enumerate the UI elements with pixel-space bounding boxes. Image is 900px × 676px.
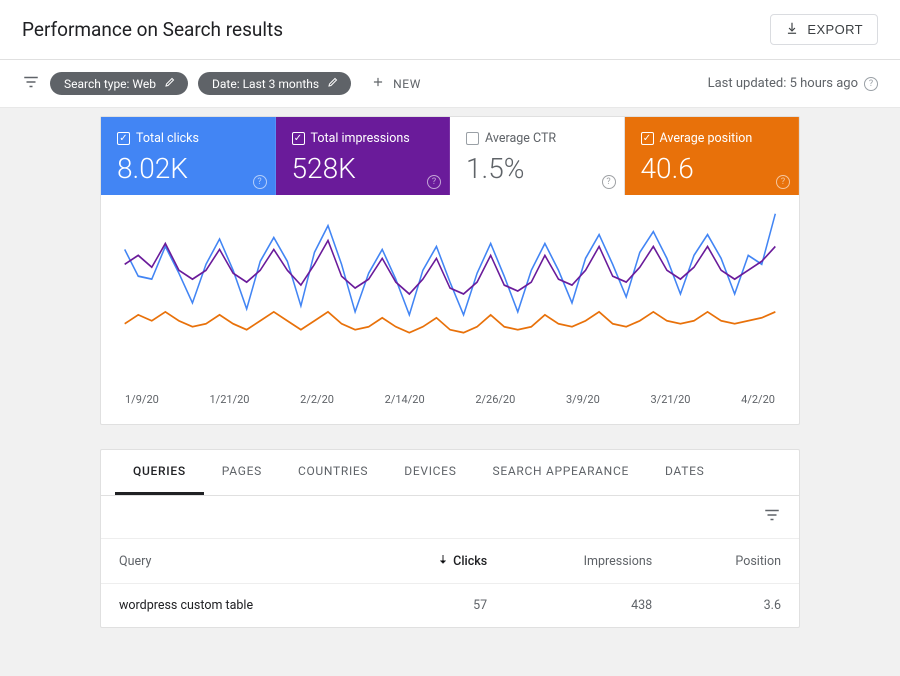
x-tick: 3/21/20: [650, 393, 690, 406]
tab-queries[interactable]: QUERIES: [115, 450, 204, 495]
x-tick: 2/2/20: [300, 393, 334, 406]
pencil-icon: [164, 76, 176, 91]
help-icon[interactable]: ?: [253, 175, 267, 189]
page-title: Performance on Search results: [22, 18, 283, 41]
metric-blue[interactable]: ✓Total clicks 8.02K ?: [101, 117, 276, 195]
chip-date-label: Date: Last 3 months: [212, 77, 319, 91]
tab-countries[interactable]: COUNTRIES: [280, 450, 386, 495]
chip-date[interactable]: Date: Last 3 months: [198, 72, 351, 95]
chart-x-axis: 1/9/20 1/21/20 2/2/20 2/14/20 2/26/20 3/9/20 3…: [119, 387, 781, 406]
x-tick: 3/9/20: [566, 393, 600, 406]
tab-dates[interactable]: DATES: [647, 450, 722, 495]
tab-search-appearance[interactable]: SEARCH APPEARANCE: [475, 450, 647, 495]
table-row[interactable]: wordpress custom table 57 438 3.6: [101, 584, 799, 628]
col-clicks[interactable]: Clicks: [369, 539, 505, 584]
x-tick: 1/9/20: [125, 393, 159, 406]
metric-orange[interactable]: ✓Average position 40.6 ?: [625, 117, 800, 195]
sort-desc-icon: [437, 553, 449, 569]
new-filter-button[interactable]: NEW: [371, 75, 421, 92]
export-button[interactable]: EXPORT: [770, 14, 878, 45]
metric-purple[interactable]: ✓Total impressions 528K ?: [276, 117, 451, 195]
table-filter-icon[interactable]: [763, 506, 781, 528]
help-icon[interactable]: ?: [776, 175, 790, 189]
help-icon[interactable]: ?: [602, 175, 616, 189]
chip-search-type[interactable]: Search type: Web: [50, 72, 188, 95]
export-label: EXPORT: [807, 22, 863, 37]
col-impressions[interactable]: Impressions: [505, 539, 670, 584]
queries-table: Query Clicks Impressions Position wordpr…: [101, 538, 799, 627]
x-tick: 2/14/20: [385, 393, 425, 406]
tab-pages[interactable]: PAGES: [204, 450, 280, 495]
help-icon[interactable]: ?: [427, 175, 441, 189]
download-icon: [785, 21, 799, 38]
performance-chart: [119, 207, 781, 387]
x-tick: 2/26/20: [475, 393, 515, 406]
performance-card: ✓Total clicks 8.02K ? ✓Total impressions…: [100, 116, 800, 425]
filter-icon[interactable]: [22, 73, 40, 95]
x-tick: 1/21/20: [209, 393, 249, 406]
pencil-icon: [327, 76, 339, 91]
last-updated: Last updated: 5 hours ago ?: [708, 76, 878, 91]
col-query[interactable]: Query: [101, 539, 369, 584]
x-tick: 4/2/20: [741, 393, 775, 406]
new-label: NEW: [393, 77, 421, 91]
last-updated-text: Last updated: 5 hours ago: [708, 76, 858, 91]
help-icon[interactable]: ?: [864, 77, 878, 91]
metric-off[interactable]: Average CTR 1.5% ?: [450, 117, 625, 195]
col-position[interactable]: Position: [670, 539, 799, 584]
chip-search-type-label: Search type: Web: [64, 77, 156, 91]
queries-card: QUERIESPAGESCOUNTRIESDEVICESSEARCH APPEA…: [100, 449, 800, 628]
tab-devices[interactable]: DEVICES: [386, 450, 474, 495]
plus-icon: [371, 75, 385, 92]
